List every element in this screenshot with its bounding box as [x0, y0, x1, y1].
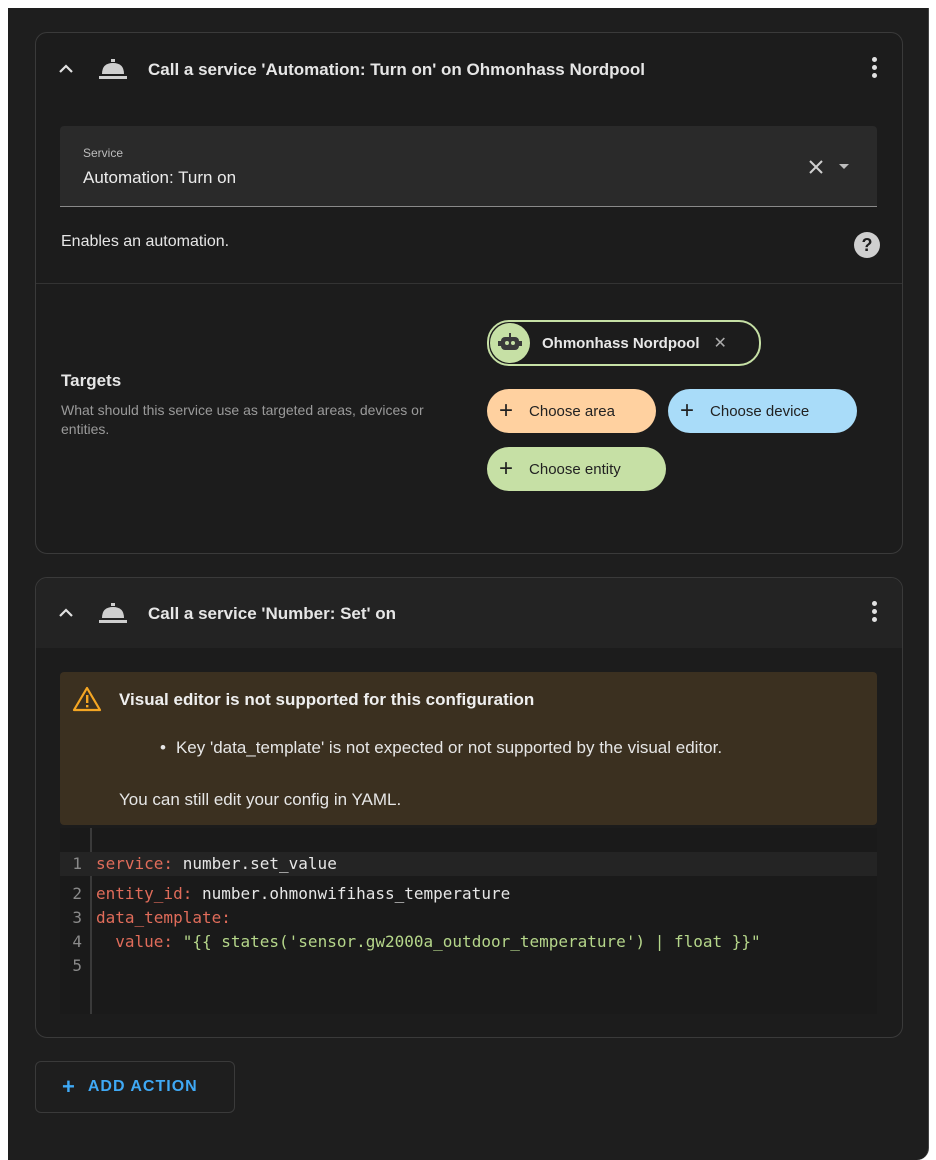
add-action-button[interactable]: + ADD ACTION [35, 1061, 235, 1113]
yaml-editor[interactable]: 1 service: number.set_value 2 entity_id: n… [60, 828, 877, 1014]
service-description: Enables an automation. [61, 233, 230, 250]
service-label: Service [83, 146, 124, 160]
code-line: 2 entity_id: number.ohmonwifihass_tempera… [72, 884, 511, 903]
help-icon[interactable]: ? [854, 232, 880, 258]
choose-area-button[interactable]: + Choose area [487, 389, 656, 433]
action-card-header[interactable]: Call a service 'Automation: Turn on' on … [36, 33, 902, 105]
targets-title: Targets [61, 371, 122, 390]
service-select[interactable]: Service Automation: Turn on [60, 126, 877, 207]
warning-note: You can still edit your config in YAML. [119, 790, 402, 809]
robot-icon [490, 323, 530, 363]
action-title: Call a service 'Number: Set' on [148, 604, 397, 623]
dropdown-arrow-icon[interactable] [839, 164, 849, 169]
plus-icon: + [499, 455, 514, 482]
code-line: 3 data_template: [72, 908, 231, 927]
warning-title: Visual editor is not supported for this … [119, 690, 535, 709]
warning-alert: Visual editor is not supported for this … [60, 672, 877, 825]
remove-target-icon[interactable]: ✕ [714, 333, 727, 353]
divider [36, 283, 902, 284]
warning-icon [72, 686, 102, 712]
targets-description: What should this service use as targeted… [61, 402, 424, 437]
plus-icon: + [499, 397, 514, 424]
action-title: Call a service 'Automation: Turn on' on … [148, 60, 646, 79]
choose-entity-button[interactable]: + Choose entity [487, 447, 666, 491]
action-card-automation: Call a service 'Automation: Turn on' on … [35, 32, 903, 554]
plus-icon: + [680, 397, 695, 424]
chevron-up-icon[interactable] [58, 605, 74, 621]
warning-bullet: Key 'data_template' is not expected or n… [160, 738, 722, 758]
choose-area-label: Choose area [529, 402, 615, 420]
code-line: 4 value: "{{ states('sensor.gw2000a_outd… [72, 932, 761, 951]
code-line: 1 service: number.set_value [60, 852, 877, 876]
code-line: 5 [72, 956, 82, 975]
clear-icon[interactable] [809, 160, 823, 174]
target-chip-ohmonhass-nordpool[interactable]: Ohmonhass Nordpool ✕ [487, 320, 761, 366]
room-service-icon [99, 603, 127, 623]
chevron-up-icon[interactable] [58, 61, 74, 77]
add-action-label: ADD ACTION [87, 1078, 198, 1095]
choose-entity-label: Choose entity [529, 460, 621, 478]
action-card-header[interactable]: Call a service 'Number: Set' on [36, 578, 902, 648]
room-service-icon [99, 59, 127, 79]
plus-icon: + [62, 1074, 76, 1099]
more-options-icon[interactable] [870, 57, 878, 83]
action-card-number: Call a service 'Number: Set' on Visual e… [35, 577, 903, 1038]
choose-device-label: Choose device [710, 402, 810, 420]
target-chip-label: Ohmonhass Nordpool [542, 334, 700, 352]
service-value: Automation: Turn on [83, 168, 237, 187]
choose-device-button[interactable]: + Choose device [668, 389, 857, 433]
more-options-icon[interactable] [870, 601, 878, 627]
